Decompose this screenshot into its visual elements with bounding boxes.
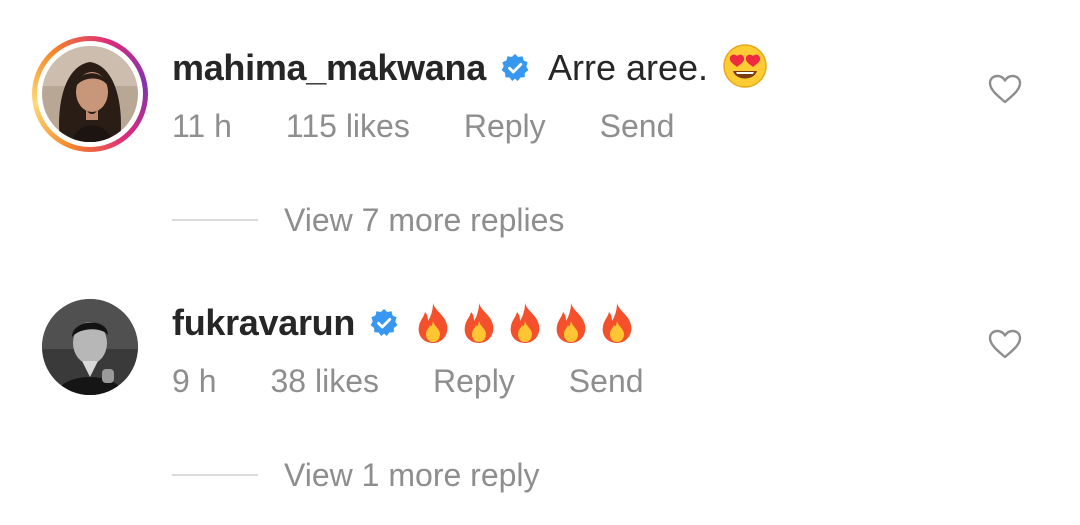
replies-divider: [172, 219, 258, 221]
replies-divider: [172, 474, 258, 476]
send-button[interactable]: Send: [600, 108, 675, 145]
heart-outline-icon[interactable]: [988, 329, 1022, 359]
avatar-story-ring[interactable]: [32, 36, 148, 152]
verified-badge-icon: [369, 308, 399, 338]
fire-emoji: [595, 301, 639, 345]
username[interactable]: mahima_makwana: [172, 47, 486, 89]
reply-button[interactable]: Reply: [464, 108, 546, 145]
likes-count[interactable]: 38 likes: [270, 363, 379, 400]
timestamp: 9 h: [172, 362, 217, 399]
heart-outline-icon[interactable]: [988, 74, 1022, 104]
comment-meta: 9 h 38 likes Reply Send: [172, 359, 698, 403]
fire-emoji-group: [411, 301, 639, 345]
send-button[interactable]: Send: [569, 363, 644, 400]
verified-badge-icon: [500, 53, 530, 83]
avatar[interactable]: [42, 299, 138, 395]
view-replies-label[interactable]: View 7 more replies: [284, 202, 564, 239]
heart-eyes-emoji: [722, 43, 768, 94]
timestamp: 11 h: [172, 107, 232, 144]
comment-item: fukravarun 9 h 38 likes Reply Send View …: [0, 255, 1080, 493]
fire-emoji: [549, 301, 593, 345]
comment-line: fukravarun: [172, 299, 639, 347]
comment-line: mahima_makwana Arre aree.: [172, 43, 768, 94]
comment-text: Arre aree.: [547, 47, 709, 88]
reply-button[interactable]: Reply: [433, 363, 515, 400]
fire-emoji: [503, 301, 547, 345]
avatar[interactable]: [42, 46, 138, 142]
likes-count[interactable]: 115 likes: [286, 108, 410, 145]
username[interactable]: fukravarun: [172, 302, 355, 344]
comment-item: mahima_makwana Arre aree. 11 h 115 likes…: [0, 0, 1080, 238]
comment-meta: 11 h 115 likes Reply Send: [172, 104, 728, 148]
view-more-replies[interactable]: View 7 more replies: [172, 196, 564, 244]
fire-emoji: [457, 301, 501, 345]
fire-emoji: [411, 301, 455, 345]
view-more-replies[interactable]: View 1 more reply: [172, 451, 540, 499]
view-replies-label[interactable]: View 1 more reply: [284, 457, 540, 494]
